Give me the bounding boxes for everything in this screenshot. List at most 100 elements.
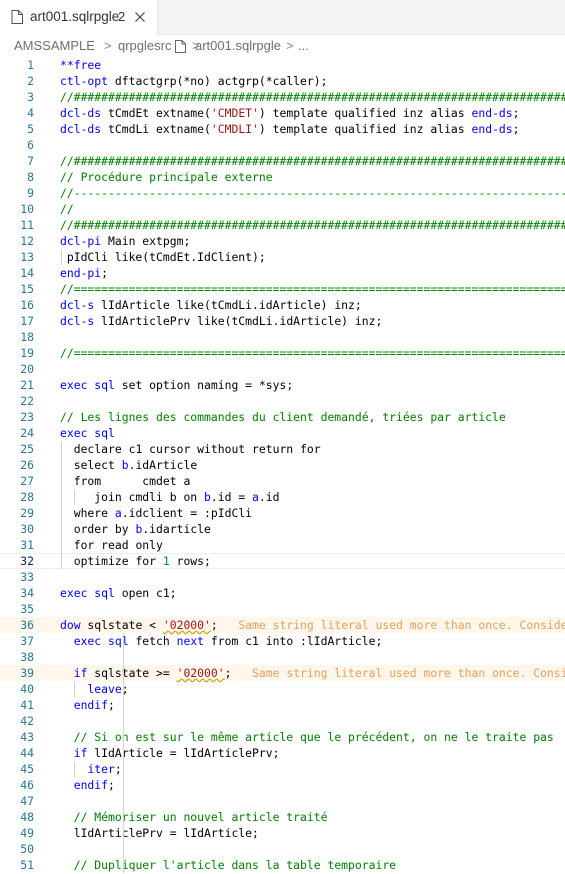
line-number: 41 — [20, 698, 34, 712]
code-line[interactable]: 44 if lIdArticle = lIdArticlePrv; — [0, 745, 565, 761]
code-line[interactable]: 20 — [0, 361, 565, 377]
line-number: 11 — [20, 218, 34, 232]
line-number: 37 — [20, 634, 34, 648]
line-number: 8 — [27, 170, 34, 184]
breadcrumb-separator: > — [286, 38, 294, 53]
code-text: select b.idArticle — [73, 458, 198, 472]
code-line[interactable]: 32 optimize for 1 rows; — [0, 553, 565, 569]
line-number: 28 — [20, 490, 34, 504]
code-line[interactable]: 36 dow sqlstate < '02000'; Same string li… — [0, 617, 565, 633]
line-number: 31 — [20, 538, 34, 552]
line-number: 17 — [20, 314, 34, 328]
code-line[interactable]: 46 endif; — [0, 777, 565, 793]
breadcrumb-item-project[interactable]: AMSSAMPLE — [14, 38, 95, 53]
line-number: 24 — [20, 426, 34, 440]
line-number: 5 — [27, 122, 34, 136]
inline-warning-hint: Same string literal used more than once.… — [217, 618, 565, 632]
code-text: //######################################… — [60, 218, 565, 232]
code-line[interactable]: 43 // Si on est sur le même article que l… — [0, 729, 565, 745]
code-line[interactable]: 12 dcl-pi Main extpgm; — [0, 233, 565, 249]
code-line[interactable]: 29 where a.idclient = :pIdCli — [0, 505, 565, 521]
indent-guide — [74, 681, 76, 697]
code-text: declare c1 cursor without return for — [73, 442, 321, 456]
code-line[interactable]: 28 join cmdli b on b.id = a.id — [0, 489, 565, 505]
code-text: if sqlstate >= '02000'; Same string lite… — [74, 665, 565, 681]
code-line[interactable]: 16 dcl-s lIdArticle like(tCmdLi.idArticle… — [0, 297, 565, 313]
code-text: endif; — [73, 778, 115, 792]
code-line[interactable]: 26 select b.idArticle — [0, 457, 565, 473]
code-line[interactable]: 38 — [0, 649, 565, 665]
line-number: 29 — [20, 506, 34, 520]
code-text: pIdCli like(tCmdEt.IdClient); — [66, 250, 266, 264]
code-line[interactable]: 8 // Procédure principale externe — [0, 169, 565, 185]
indent-guide — [74, 489, 76, 505]
code-line[interactable]: 24 exec sql — [0, 425, 565, 441]
code-text: // Mémoriser un nouvel article traité — [73, 810, 328, 824]
line-number: 14 — [20, 266, 34, 280]
code-text: // Les lignes des commandes du client de… — [60, 410, 506, 424]
indent-guide — [60, 441, 62, 569]
code-line[interactable]: 49 lIdArticlePrv = lIdArticle; — [0, 825, 565, 841]
code-line[interactable]: 34 exec sql open c1; — [0, 585, 565, 601]
code-line[interactable]: 17 dcl-s lIdArticlePrv like(tCmdLi.idArti… — [0, 313, 565, 329]
code-text: iter; — [87, 762, 122, 776]
breadcrumb-item-symbols[interactable]: ... — [298, 38, 309, 53]
line-number: 48 — [20, 810, 34, 824]
code-line[interactable]: 31 for read only — [0, 537, 565, 553]
code-line[interactable]: 41 endif; — [0, 697, 565, 713]
code-line[interactable]: 1 **free — [0, 57, 565, 73]
line-number: 21 — [20, 378, 34, 392]
code-line[interactable]: 27 from cmdet a — [0, 473, 565, 489]
code-line[interactable]: 2 ctl-opt dftactgrp(*no) actgrp(*caller); — [0, 73, 565, 89]
code-line[interactable]: 40 leave; — [0, 681, 565, 697]
code-line[interactable]: 19 //====================================… — [0, 345, 565, 361]
code-line[interactable]: 50 — [0, 841, 565, 857]
line-number: 23 — [20, 410, 34, 424]
file-icon — [11, 10, 23, 24]
code-line[interactable]: 39 if sqlstate >= '02000'; Same string li… — [0, 665, 565, 681]
code-text: exec sql — [60, 426, 115, 440]
code-line[interactable]: 23 // Les lignes des commandes du client … — [0, 409, 565, 425]
line-number: 30 — [20, 522, 34, 536]
inline-warning-hint: Same string literal used more than once.… — [231, 666, 565, 680]
code-line[interactable]: 45 iter; — [0, 761, 565, 777]
code-line[interactable]: 4 dcl-ds tCmdEt extname('CMDET') template… — [0, 105, 565, 121]
code-line[interactable]: 14 end-pi; — [0, 265, 565, 281]
code-line[interactable]: 15 //====================================… — [0, 281, 565, 297]
code-line[interactable]: 48 // Mémoriser un nouvel article traité — [0, 809, 565, 825]
code-line[interactable]: 47 — [0, 793, 565, 809]
code-line[interactable]: 10 // — [0, 201, 565, 217]
code-line[interactable]: 37 exec sql fetch next from c1 into :lIdA… — [0, 633, 565, 649]
code-text: if lIdArticle = lIdArticlePrv; — [73, 746, 280, 760]
tab-bar: art001.sqlrpgle 2 — [0, 0, 565, 35]
code-line[interactable]: 5 dcl-ds tCmdLi extname('CMDLI') template… — [0, 121, 565, 137]
code-editor[interactable]: 1 **free 2 ctl-opt dftactgrp(*no) actgrp(*c… — [0, 57, 565, 874]
code-line[interactable]: 33 — [0, 569, 565, 585]
code-line[interactable]: 30 order by b.idarticle — [0, 521, 565, 537]
code-line[interactable]: 13 pIdCli like(tCmdEt.IdClient); — [0, 249, 565, 265]
code-line[interactable]: 18 — [0, 329, 565, 345]
line-number: 12 — [20, 234, 34, 248]
code-text: **free — [60, 58, 102, 72]
code-line[interactable]: 25 declare c1 cursor without return for — [0, 441, 565, 457]
line-number: 44 — [20, 746, 34, 760]
code-text: dcl-ds tCmdLi extname('CMDLI') template … — [60, 122, 520, 136]
code-line[interactable]: 21 exec sql set option naming = *sys; — [0, 377, 565, 393]
code-line[interactable]: 7 //#####################################… — [0, 153, 565, 169]
code-line[interactable]: 51 // Dupliquer l'article dans la table t… — [0, 857, 565, 873]
code-line[interactable]: 3 //#####################################… — [0, 89, 565, 105]
editor-tab[interactable]: art001.sqlrpgle 2 — [0, 0, 158, 35]
code-line[interactable]: 9 //-------------------------------------… — [0, 185, 565, 201]
line-number: 32 — [20, 554, 34, 568]
code-text: // Procédure principale externe — [60, 170, 273, 184]
code-text: for read only — [73, 538, 163, 552]
code-line[interactable]: 42 — [0, 713, 565, 729]
code-line[interactable]: 11 //####################################… — [0, 217, 565, 233]
line-number: 27 — [20, 474, 34, 488]
code-line[interactable]: 35 — [0, 601, 565, 617]
code-line[interactable]: 6 — [0, 137, 565, 153]
breadcrumb-item-file[interactable]: art001.sqlrpgle — [195, 38, 281, 53]
close-icon[interactable] — [134, 11, 146, 23]
breadcrumb-item-folder[interactable]: qrpglesrc — [118, 38, 171, 53]
code-line[interactable]: 22 — [0, 393, 565, 409]
